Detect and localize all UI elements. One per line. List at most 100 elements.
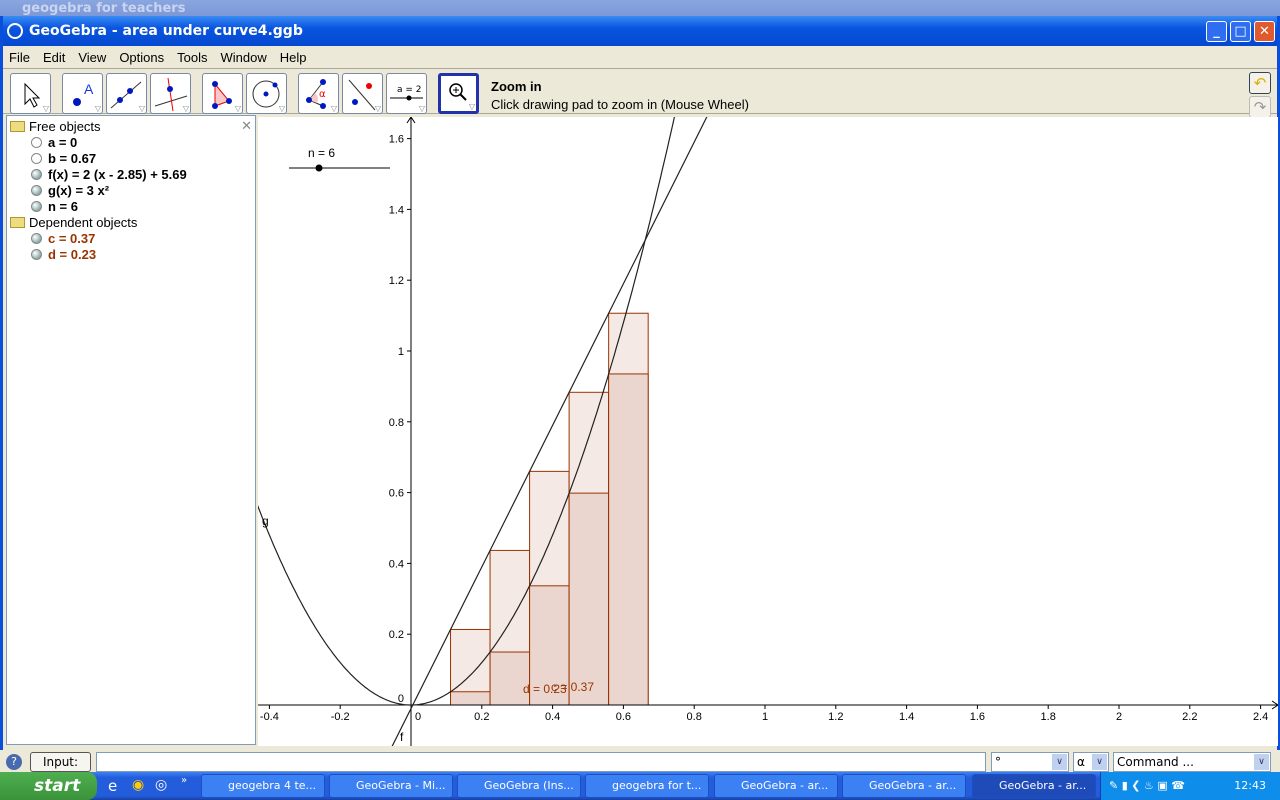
menu-bar: File Edit View Options Tools Window Help	[3, 46, 1277, 68]
menu-file[interactable]: File	[9, 50, 30, 65]
y-tick-label: 1.6	[389, 134, 404, 146]
undo-button[interactable]: ↶	[1249, 72, 1271, 94]
y-tick-label: 0.4	[389, 558, 404, 570]
chevron-down-icon[interactable]: ∨	[1052, 754, 1067, 770]
task-geogebra-active[interactable]: GeoGebra - ar...	[972, 774, 1096, 798]
degree-symbol: °	[995, 755, 1001, 769]
angle-tool-button[interactable]: α ▽	[298, 73, 339, 114]
tray-icons[interactable]: ✎ ▮ ❮ ♨ ▣ ☎	[1109, 772, 1185, 800]
visibility-toggle-icon[interactable]	[31, 248, 42, 260]
svg-text:α: α	[319, 89, 326, 100]
menu-tools[interactable]: Tools	[177, 50, 207, 65]
zoom-in-tool-button[interactable]: ▽	[438, 73, 479, 114]
visibility-toggle-icon[interactable]	[31, 168, 42, 180]
task-word-document[interactable]: geogebra 4 te...	[201, 774, 325, 798]
object-c[interactable]: c = 0.37	[48, 231, 95, 246]
redo-button[interactable]: ↷	[1249, 96, 1271, 118]
menu-view[interactable]: View	[78, 50, 106, 65]
chevron-down-icon[interactable]: ∨	[1254, 754, 1269, 770]
visibility-toggle-icon[interactable]	[31, 152, 42, 164]
curve-f-label: f	[400, 730, 404, 744]
algebra-view: ✕ Free objects a = 0 b = 0.67 f(x) = 2 (…	[6, 115, 256, 745]
x-tick-label: -0.4	[260, 711, 279, 723]
dependent-objects-header[interactable]: Dependent objects	[29, 215, 137, 230]
svg-text:A: A	[84, 81, 94, 97]
slider-n-handle[interactable]	[315, 164, 323, 172]
browser-icon[interactable]: ◎	[155, 777, 167, 793]
help-icon[interactable]: ?	[6, 754, 22, 770]
lower-sum-rect	[450, 691, 491, 706]
object-a[interactable]: a = 0	[48, 135, 77, 150]
visibility-toggle-icon[interactable]	[31, 200, 42, 212]
maximize-button[interactable]: □	[1230, 21, 1251, 42]
line-tool-button[interactable]: ▽	[106, 73, 147, 114]
free-objects-header[interactable]: Free objects	[29, 119, 101, 134]
title-bar: GeoGebra - area under curve4.ggb _ □ ✕	[3, 16, 1277, 46]
input-label-button[interactable]: Input:	[30, 752, 91, 772]
x-tick-label: 1.8	[1041, 711, 1056, 723]
symbol-dropdown-greek[interactable]: α ∨	[1073, 752, 1109, 772]
task-geogebra-2[interactable]: GeoGebra - ar...	[842, 774, 966, 798]
x-tick-label: 2	[1116, 711, 1122, 723]
x-tick-label: 1.4	[899, 711, 914, 723]
x-tick-label: 0.6	[616, 711, 631, 723]
chevron-down-icon[interactable]: ∨	[1092, 754, 1107, 770]
task-ie-geogebra[interactable]: GeoGebra - Mi...	[329, 774, 453, 798]
object-b[interactable]: b = 0.67	[48, 151, 96, 166]
folder-icon	[10, 216, 25, 228]
internet-explorer-icon[interactable]: e	[108, 777, 117, 795]
geogebra-logo-icon	[7, 23, 23, 39]
minimize-button[interactable]: _	[1206, 21, 1227, 42]
object-d[interactable]: d = 0.23	[48, 247, 96, 262]
lower-sum-rect	[489, 651, 531, 706]
lower-sum-rect	[568, 492, 610, 706]
toolbar: ▽ A ▽ ▽ ▽ ▽ ▽ α ▽ ▽ a = 2 ▽ ▽ Zoom in Click…	[3, 68, 1277, 118]
symbol-dropdown-degree[interactable]: ° ∨	[991, 752, 1069, 772]
command-text: Command ...	[1117, 755, 1194, 769]
object-g[interactable]: g(x) = 3 x²	[48, 183, 109, 198]
circle-tool-button[interactable]: ▽	[246, 73, 287, 114]
perpendicular-line-tool-button[interactable]: ▽	[150, 73, 191, 114]
task-geogebra-1[interactable]: GeoGebra - ar...	[714, 774, 838, 798]
menu-help[interactable]: Help	[280, 50, 307, 65]
object-f[interactable]: f(x) = 2 (x - 2.85) + 5.69	[48, 167, 187, 182]
graphics-view[interactable]: -0.4 -0.2 0 0.2 0.4 0.6 0.8 1 1.2 1.4 1.6 1.8 2 2.2 2.…	[254, 99, 1279, 752]
reflect-tool-button[interactable]: ▽	[342, 73, 383, 114]
media-icon[interactable]: ◉	[132, 777, 144, 793]
task-ie-geogebra-install[interactable]: GeoGebra (Ins...	[457, 774, 581, 798]
polygon-tool-button[interactable]: ▽	[202, 73, 243, 114]
slider-tool-button[interactable]: a = 2 ▽	[386, 73, 427, 114]
visibility-toggle-icon[interactable]	[31, 136, 42, 148]
visibility-toggle-icon[interactable]	[31, 232, 42, 244]
slider-tool-label: a = 2	[397, 85, 422, 95]
task-folder[interactable]: geogebra for t...	[585, 774, 709, 798]
visibility-toggle-icon[interactable]	[31, 184, 42, 196]
clock: 12:43	[1234, 779, 1266, 792]
start-label: start	[34, 776, 81, 796]
x-tick-label: 0	[415, 711, 421, 723]
object-n[interactable]: n = 6	[48, 199, 78, 214]
x-tick-label: 2.4	[1253, 711, 1268, 723]
x-tick-label: 0.4	[545, 711, 560, 723]
input-bar: ? Input: ° ∨ α ∨ Command ... ∨	[0, 750, 1280, 774]
curve-g-label: g	[262, 514, 269, 528]
x-tick-label: 1.6	[970, 711, 985, 723]
menu-options[interactable]: Options	[119, 50, 164, 65]
label-c: c = 0.37	[551, 680, 594, 694]
command-dropdown[interactable]: Command ... ∨	[1113, 752, 1271, 772]
menu-window[interactable]: Window	[220, 50, 266, 65]
tool-help-title: Zoom in	[491, 79, 542, 94]
x-tick-label: 1	[762, 711, 768, 723]
x-tick-label: 2.2	[1182, 711, 1197, 723]
start-button[interactable]: start	[0, 772, 97, 800]
y-tick-label: 0.2	[389, 629, 404, 641]
input-field[interactable]	[96, 752, 986, 772]
more-quicklaunch-icon[interactable]: »	[181, 775, 187, 786]
taskbar: start e ◉ ◎ » geogebra 4 te... GeoGebra …	[0, 772, 1280, 800]
move-tool-button[interactable]: ▽	[10, 73, 51, 114]
close-button[interactable]: ✕	[1254, 21, 1275, 42]
point-tool-button[interactable]: A ▽	[62, 73, 103, 114]
x-tick-label: 1.2	[828, 711, 843, 723]
alpha-symbol: α	[1077, 755, 1085, 769]
menu-edit[interactable]: Edit	[43, 50, 65, 65]
